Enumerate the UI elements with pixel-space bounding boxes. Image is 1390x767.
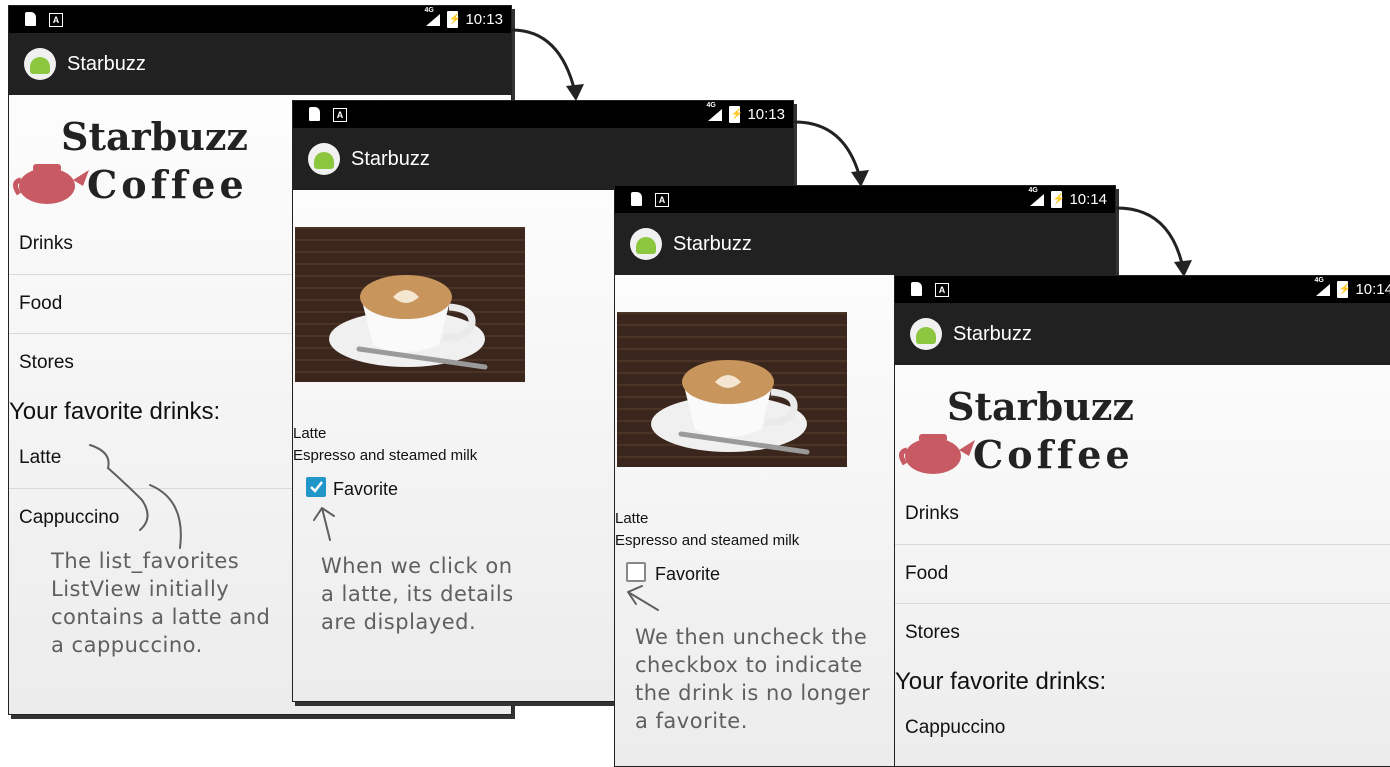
favorite-item-cappuccino[interactable]: Cappuccino [19, 507, 119, 529]
favorite-label[interactable]: Favorite [333, 479, 398, 500]
a-notification-icon: A [49, 13, 63, 27]
drink-name: Latte [615, 510, 649, 527]
svg-text:Starbuzz: Starbuzz [61, 114, 248, 159]
favorite-checkbox[interactable] [306, 477, 326, 497]
a-notification-icon: A [333, 108, 347, 122]
status-bar: A 4G ⚡ 10:13 [9, 6, 511, 33]
divider [895, 603, 1390, 604]
arrowhead-icon [566, 84, 584, 101]
a-notification-icon: A [935, 283, 949, 297]
sd-card-icon [25, 12, 36, 26]
starbuzz-logo: Starbuzz Coffee [899, 384, 1134, 477]
battery-charging-icon: ⚡ [729, 106, 743, 123]
signal-4g-icon: 4G [424, 7, 441, 27]
menu-item-food[interactable]: Food [905, 563, 948, 585]
latte-photo [295, 227, 525, 382]
favorite-item-cappuccino[interactable]: Cappuccino [905, 717, 1005, 739]
check-icon [310, 481, 323, 493]
android-icon [910, 318, 942, 350]
drink-description: Espresso and steamed milk [293, 447, 478, 464]
menu-item-food[interactable]: Food [19, 293, 62, 315]
teapot-icon [899, 434, 975, 474]
annotation-details: When we click on a latte, its details ar… [321, 554, 514, 634]
svg-text:Starbuzz: Starbuzz [947, 384, 1134, 429]
signal-4g-icon: 4G [1314, 277, 1331, 297]
android-icon [308, 143, 340, 175]
screen-home-updated: A 4G ⚡ 10:14 Starbuzz Starbuzz Coffee Dr… [894, 275, 1390, 767]
favorites-heading: Your favorite drinks: [895, 668, 1107, 695]
menu-item-drinks[interactable]: Drinks [19, 233, 73, 255]
sd-card-icon [631, 192, 642, 206]
clock: 10:14 [1069, 191, 1107, 208]
android-icon [24, 48, 56, 80]
drink-description: Espresso and steamed milk [615, 532, 800, 549]
divider [895, 544, 1390, 545]
app-title: Starbuzz [953, 322, 1032, 345]
menu-item-stores[interactable]: Stores [905, 622, 960, 644]
clock: 10:13 [747, 106, 785, 123]
menu-item-drinks[interactable]: Drinks [905, 503, 959, 525]
favorites-heading: Your favorite drinks: [9, 398, 221, 425]
menu-item-stores[interactable]: Stores [19, 352, 74, 374]
sd-card-icon [911, 282, 922, 296]
annotation-initial-list: The list_favorites ListView initially co… [51, 549, 271, 657]
app-title: Starbuzz [673, 232, 752, 255]
android-icon [630, 228, 662, 260]
svg-text:Coffee: Coffee [87, 162, 248, 207]
favorite-checkbox[interactable] [626, 562, 646, 582]
flow-arrow-3 [1115, 206, 1185, 270]
latte-photo [617, 312, 847, 467]
starbuzz-logo: Starbuzz Coffee [13, 114, 248, 207]
signal-4g-icon: 4G [1028, 187, 1045, 207]
clock: 10:13 [465, 11, 503, 28]
app-bar: Starbuzz [9, 33, 511, 95]
app-title: Starbuzz [67, 52, 146, 75]
favorite-label[interactable]: Favorite [655, 564, 720, 585]
battery-charging-icon: ⚡ [1051, 191, 1065, 208]
battery-charging-icon: ⚡ [447, 11, 461, 28]
app-bar: Starbuzz [293, 128, 793, 190]
teapot-icon [13, 164, 89, 204]
svg-text:Coffee: Coffee [973, 432, 1134, 477]
status-bar: A 4G ⚡ 10:13 [293, 101, 793, 128]
battery-charging-icon: ⚡ [1337, 281, 1351, 298]
flow-arrow-1 [510, 28, 577, 94]
clock: 10:14 [1355, 281, 1390, 298]
app-title: Starbuzz [351, 147, 430, 170]
flow-arrow-2 [793, 120, 862, 180]
status-bar: A 4G ⚡ 10:14 [615, 186, 1115, 213]
a-notification-icon: A [655, 193, 669, 207]
sd-card-icon [309, 107, 320, 121]
app-bar: Starbuzz [895, 303, 1390, 365]
status-bar: A 4G ⚡ 10:14 [895, 276, 1390, 303]
drink-name: Latte [293, 425, 327, 442]
app-bar: Starbuzz [615, 213, 1115, 275]
favorite-item-latte[interactable]: Latte [19, 447, 61, 469]
annotation-uncheck: We then uncheck the checkbox to indicate… [635, 625, 871, 733]
signal-4g-icon: 4G [706, 102, 723, 122]
